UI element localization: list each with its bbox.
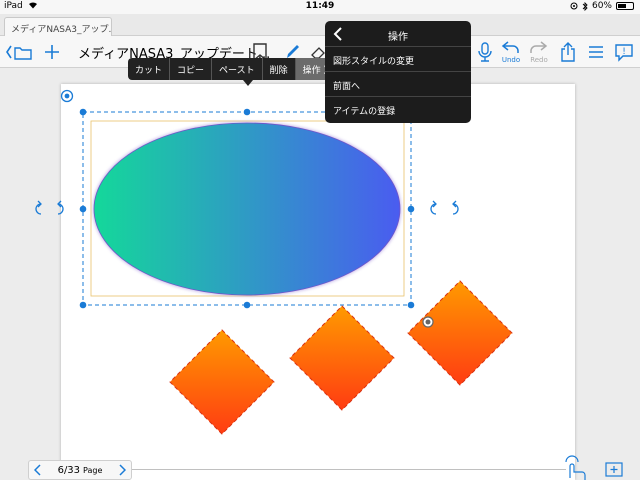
battery-icon xyxy=(616,2,634,10)
operations-popover: 操作 図形スタイルの変更 前面へ アイテムの登録 xyxy=(325,21,471,123)
popover-header: 操作 xyxy=(325,21,471,47)
page-label: Page xyxy=(83,465,103,475)
popover-title: 操作 xyxy=(388,32,408,43)
add-button[interactable] xyxy=(40,40,64,64)
resize-handle[interactable] xyxy=(79,301,87,309)
popover-item-bring-front[interactable]: 前面へ xyxy=(325,72,471,97)
undo-icon xyxy=(501,41,519,53)
edit-context-menu: カット コピー ペースト 削除 操作 〉 xyxy=(128,58,340,80)
page-indicator[interactable]: 6/33 Page xyxy=(47,465,113,476)
ellipse-shape[interactable] xyxy=(93,122,401,296)
next-page-button[interactable] xyxy=(113,461,131,479)
resize-handle[interactable] xyxy=(243,301,251,309)
comment-button[interactable]: ! xyxy=(612,40,636,64)
document-tab[interactable]: メディアNASA3_アップ... xyxy=(4,17,112,36)
plus-icon xyxy=(45,45,59,59)
chevron-right-icon xyxy=(119,464,126,476)
resize-handle[interactable] xyxy=(79,205,87,213)
location-icon xyxy=(570,2,578,10)
menu-cut[interactable]: カット xyxy=(128,58,171,80)
tab-bar: メディアNASA3_アップ... xyxy=(0,14,640,36)
list-button[interactable] xyxy=(584,40,608,64)
list-icon xyxy=(589,46,603,58)
page-scroll-track[interactable] xyxy=(132,469,566,470)
popover-item-change-style[interactable]: 図形スタイルの変更 xyxy=(325,47,471,72)
status-right: 60% xyxy=(570,1,634,11)
menu-delete[interactable]: 削除 xyxy=(263,58,296,80)
menu-paste[interactable]: ペースト xyxy=(212,58,263,80)
undo-label[interactable]: Undo xyxy=(496,56,526,64)
resize-handle[interactable] xyxy=(407,205,415,213)
undo-button[interactable] xyxy=(498,38,522,56)
folder-back-icon xyxy=(6,45,32,60)
page-number: 6/33 xyxy=(57,464,81,476)
status-time: 11:49 xyxy=(305,1,335,11)
share-button[interactable] xyxy=(556,40,580,64)
resize-handle[interactable] xyxy=(79,108,87,116)
comment-icon: ! xyxy=(615,44,633,62)
microphone-icon xyxy=(478,42,492,62)
edit-menu-arrow xyxy=(243,80,253,86)
selection-target-icon[interactable] xyxy=(60,89,74,103)
redo-icon xyxy=(530,41,548,53)
resize-handle[interactable] xyxy=(407,301,415,309)
back-to-files-button[interactable] xyxy=(4,40,34,64)
resize-handle[interactable] xyxy=(243,108,251,116)
status-bar: iPad 11:49 60% xyxy=(0,0,640,14)
battery-percent: 60% xyxy=(591,1,612,11)
shape-anchor-icon[interactable] xyxy=(422,316,434,328)
prev-page-button[interactable] xyxy=(29,461,47,479)
redo-button[interactable] xyxy=(527,38,551,56)
popover-item-register[interactable]: アイテムの登録 xyxy=(325,97,471,122)
redo-label[interactable]: Redo xyxy=(524,56,554,64)
chevron-left-icon xyxy=(34,464,41,476)
share-icon xyxy=(561,42,575,62)
page-navigator: 6/33 Page xyxy=(28,460,132,480)
rotate-left-icon[interactable] xyxy=(35,200,64,215)
bluetooth-icon xyxy=(582,1,588,11)
microphone-button[interactable] xyxy=(473,40,497,64)
add-page-icon[interactable] xyxy=(605,462,623,477)
svg-text:!: ! xyxy=(622,47,626,57)
menu-copy[interactable]: コピー xyxy=(170,58,213,80)
